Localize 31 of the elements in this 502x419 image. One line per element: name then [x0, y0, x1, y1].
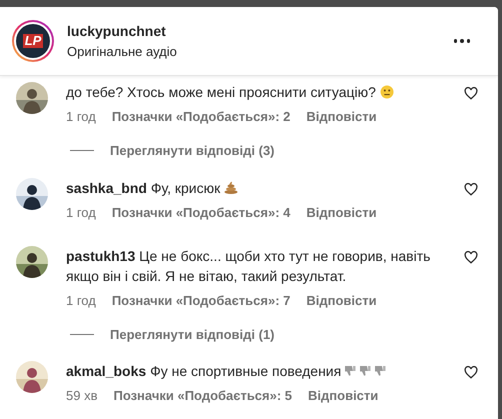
- neutral-face-icon: [380, 85, 394, 99]
- view-replies-link[interactable]: Переглянути відповіді (3): [110, 141, 275, 160]
- thumbs-down-icon: [374, 365, 386, 377]
- likes-count[interactable]: Позначки «Подобається»: 2: [112, 108, 290, 126]
- profile-avatar[interactable]: LP: [12, 20, 54, 62]
- username[interactable]: luckypunchnet: [67, 21, 450, 41]
- comment-time: 1 год: [66, 204, 96, 222]
- reply-link[interactable]: Відповісти: [308, 387, 378, 405]
- comment-text: pastukh13 Це не бокс... щоби хто тут не говорив, навіть якщо він і свій. Я не вітаю, такий результат.: [66, 246, 432, 286]
- reply-link[interactable]: Відповісти: [306, 108, 377, 126]
- heart-icon[interactable]: [464, 250, 478, 264]
- comment-text: sashka_bnd Фу, крисюк: [66, 178, 464, 198]
- likes-count[interactable]: Позначки «Подобається»: 5: [113, 387, 292, 405]
- heart-icon[interactable]: [464, 182, 478, 196]
- comment-text: akmal_boks Фу не спортивные поведения: [66, 361, 464, 381]
- logo-text: LP: [22, 34, 44, 48]
- reply-link[interactable]: Відповісти: [306, 204, 377, 222]
- comment-time: 1 год: [66, 108, 96, 126]
- poop-icon: [224, 180, 238, 194]
- comment-text: до тебе? Хтось може мені прояснити ситуацію?: [66, 82, 464, 102]
- audio-label[interactable]: Оригінальне аудіо: [67, 43, 450, 61]
- heart-icon[interactable]: [464, 366, 478, 379]
- thumbs-down-icon: [359, 365, 372, 377]
- comment-time: 59 хв: [66, 387, 98, 405]
- reply-link[interactable]: Відповісти: [306, 292, 377, 310]
- view-replies-link[interactable]: Переглянути відповіді (1): [110, 324, 275, 344]
- thumbs-down-icon: [344, 365, 356, 377]
- comment-time: 1 год: [66, 292, 96, 310]
- heart-icon[interactable]: [464, 87, 478, 100]
- likes-count[interactable]: Позначки «Подобається»: 7: [112, 292, 290, 310]
- likes-count[interactable]: Позначки «Подобається»: 4: [112, 204, 290, 222]
